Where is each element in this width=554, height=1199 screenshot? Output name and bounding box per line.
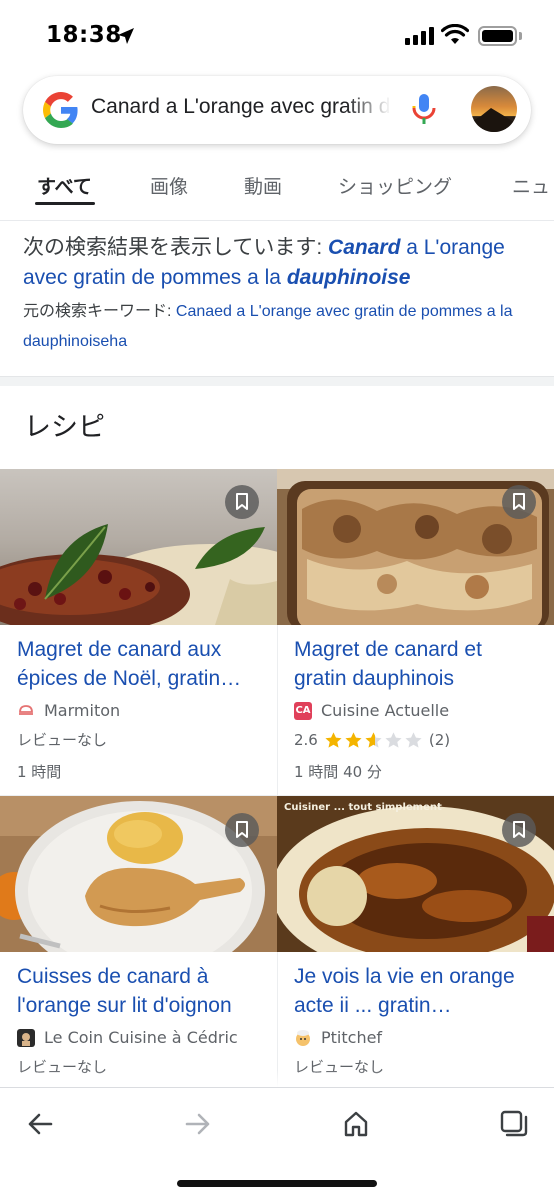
recipe-source-name: Le Coin Cuisine à Cédric (44, 1028, 238, 1047)
tab-videos[interactable]: 動画 (244, 172, 282, 199)
avatar[interactable] (471, 86, 517, 132)
recipe-source: Le Coin Cuisine à Cédric (17, 1028, 260, 1047)
recipe-image[interactable] (0, 796, 277, 952)
rating-value: 2.6 (294, 731, 318, 749)
back-arrow-icon (28, 1113, 53, 1135)
avatar-landscape-icon (471, 108, 517, 132)
rating-count: (2) (428, 731, 451, 749)
cuisine-actuelle-icon: CA (294, 701, 312, 720)
tab-all[interactable]: すべて (37, 172, 92, 199)
bookmark-icon (236, 493, 248, 510)
recipes-heading: レシピ (24, 412, 105, 443)
star-icon (385, 731, 402, 748)
tab-shopping[interactable]: ショッピング (338, 172, 452, 199)
recipe-source-name: Cuisine Actuelle (321, 701, 450, 720)
original-query-label: 元の検索キーワード: (23, 303, 176, 320)
recipe-title[interactable]: Cuisses de canard à l'orange sur lit d'o… (17, 962, 260, 1020)
tabs-icon (500, 1110, 528, 1137)
recipe-source-name: Marmiton (44, 701, 121, 720)
recipe-time: 1 時間 40 分 (294, 763, 382, 781)
bookmark-icon (513, 493, 525, 510)
star-icon (345, 731, 362, 748)
marmiton-icon (19, 704, 33, 715)
wifi-icon (441, 24, 469, 44)
recipe-card[interactable]: Cuisiner ... tout simplement Je vois la … (277, 796, 554, 1079)
divider (0, 220, 554, 221)
recipe-source-name: Ptitchef (321, 1028, 383, 1047)
star-icon (365, 731, 382, 748)
recipe-source: Marmiton (17, 701, 260, 720)
showing-results-line: 次の検索結果を表示しています: Canard a L'orange avec g… (23, 233, 543, 293)
recipe-card[interactable]: Magret de canard et gratin dauphinois CA… (277, 469, 554, 784)
ptitchef-icon (296, 1029, 310, 1046)
original-query-line: 元の検索キーワード: Canaed a L'orange avec gratin… (23, 297, 543, 357)
recipe-image[interactable] (277, 469, 554, 625)
location-arrow-icon (118, 28, 134, 44)
signal-icon (405, 27, 434, 45)
status-bar: 18:38 (0, 0, 554, 70)
home-indicator (177, 1180, 377, 1187)
star-icon (405, 731, 422, 748)
bookmark-button[interactable] (225, 813, 259, 847)
recipe-source: CA Cuisine Actuelle (294, 701, 537, 720)
recipe-image[interactable] (0, 469, 277, 625)
home-button[interactable] (336, 1104, 376, 1144)
tab-news[interactable]: ニュ (512, 172, 550, 199)
showing-results-label: 次の検索結果を表示しています: (23, 236, 329, 259)
battery-tip (519, 32, 522, 40)
forward-arrow-icon (185, 1113, 210, 1135)
recipe-card[interactable]: Cuisses de canard à l'orange sur lit d'o… (0, 796, 277, 1079)
le-coin-cuisine-icon (17, 1028, 35, 1047)
bookmark-icon (236, 821, 248, 838)
battery-icon (478, 26, 517, 46)
recipe-title[interactable]: Magret de canard et gratin dauphinois (294, 635, 537, 693)
status-time: 18:38 (46, 22, 122, 48)
home-icon (344, 1111, 368, 1137)
recipe-image-caption: Cuisiner ... tout simplement (284, 802, 442, 813)
tabs-button[interactable] (494, 1104, 534, 1144)
recipe-title[interactable]: Magret de canard aux épices de Noël, gra… (17, 635, 260, 693)
bookmark-button[interactable] (502, 813, 536, 847)
bookmark-button[interactable] (225, 485, 259, 519)
back-button[interactable] (20, 1104, 60, 1144)
spell-correction: 次の検索結果を表示しています: Canard a L'orange avec g… (23, 233, 543, 357)
recipe-card[interactable]: Magret de canard aux épices de Noël, gra… (0, 469, 277, 784)
recipe-image[interactable]: Cuisiner ... tout simplement (277, 796, 554, 952)
tab-images[interactable]: 画像 (150, 172, 188, 199)
recipe-reviews: レビューなし (17, 731, 108, 749)
google-logo-icon[interactable] (43, 92, 79, 128)
rating-stars (324, 731, 423, 750)
search-input[interactable]: Canard a L'orange avec gratin de pommes … (91, 95, 391, 125)
recipe-rating: 2.6 (2) (294, 728, 537, 752)
tab-active-indicator (35, 202, 95, 205)
bookmark-button[interactable] (502, 485, 536, 519)
recipe-source: Ptitchef (294, 1028, 537, 1047)
recipe-title[interactable]: Je vois la vie en orange acte ii ... gra… (294, 962, 537, 1020)
corrected-query-bold-1[interactable]: Canard (328, 236, 400, 259)
bookmark-icon (513, 821, 525, 838)
corrected-query-bold-2[interactable]: dauphinoise (287, 266, 411, 289)
content-fade (0, 1070, 554, 1087)
search-tabs: すべて 画像 動画 ショッピング ニュ (0, 160, 554, 220)
star-icon (325, 731, 342, 748)
forward-button[interactable] (178, 1104, 218, 1144)
microphone-icon[interactable] (411, 92, 437, 128)
search-box[interactable]: Canard a L'orange avec gratin de pommes … (23, 76, 531, 144)
recipe-time: 1 時間 (17, 763, 62, 781)
section-separator (0, 376, 554, 386)
